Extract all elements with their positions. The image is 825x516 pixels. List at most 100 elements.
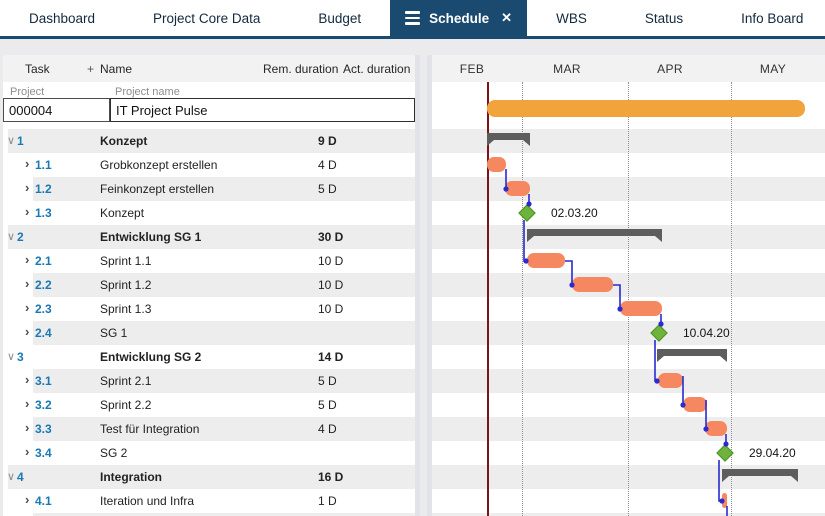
table-row[interactable]: ›2.4SG 1: [3, 321, 415, 345]
tab-info-board[interactable]: Info Board: [712, 0, 825, 36]
month-label: MAR: [553, 62, 581, 76]
tab-budget[interactable]: Budget: [289, 0, 390, 36]
task-name: Entwicklung SG 2: [100, 350, 201, 364]
gantt-bar-task[interactable]: [722, 493, 727, 508]
chevron-right-icon[interactable]: ›: [25, 276, 29, 291]
chevron-down-icon[interactable]: ∨: [7, 350, 15, 363]
task-number: 2.1: [35, 254, 52, 268]
chevron-right-icon[interactable]: ›: [25, 156, 29, 171]
task-duration: 4 D: [318, 158, 337, 172]
table-row[interactable]: ›2.1Sprint 1.110 D: [3, 249, 415, 273]
task-duration: 5 D: [318, 182, 337, 196]
gantt-bar-task[interactable]: [487, 157, 506, 172]
column-rem-duration: Rem. duration: [263, 62, 338, 76]
chevron-right-icon[interactable]: ›: [25, 180, 29, 195]
tab-project-core-data[interactable]: Project Core Data: [124, 0, 289, 36]
row-zebra-band: [8, 225, 415, 249]
table-row[interactable]: › 2.2 Sprint 1.2 10 D: [3, 273, 415, 297]
tab-schedule[interactable]: Schedule✕: [390, 0, 527, 36]
chevron-right-icon[interactable]: ›: [25, 372, 29, 387]
gantt-bar-task[interactable]: [572, 277, 613, 292]
project-name-input[interactable]: [110, 98, 415, 122]
task-number: 2.2: [35, 278, 52, 292]
chevron-right-icon[interactable]: ›: [25, 300, 29, 315]
add-column-button[interactable]: +: [87, 62, 94, 76]
table-row[interactable]: ›1.1Grobkonzept erstellen4 D: [3, 153, 415, 177]
column-act-duration: Act. duration: [343, 62, 410, 76]
table-row[interactable]: › 1.3 Konzept: [3, 201, 415, 225]
vertical-splitter[interactable]: [415, 55, 420, 516]
table-row[interactable]: ›3.3Test für Integration4 D: [3, 417, 415, 441]
month-label: APR: [657, 62, 683, 76]
task-duration: 10 D: [318, 302, 343, 316]
task-number: 1: [17, 134, 24, 148]
tab-wbs[interactable]: WBS: [527, 0, 616, 36]
row-zebra-band: [33, 417, 415, 441]
month-label: MAY: [760, 62, 786, 76]
gantt-bar-task[interactable]: [683, 397, 707, 412]
table-row[interactable]: ∨3 Entwicklung SG 2 14 D: [3, 345, 415, 369]
month-gridline: [628, 82, 629, 516]
task-number: 4.1: [35, 494, 52, 508]
project-id-input[interactable]: [3, 98, 110, 122]
gantt-bar-task[interactable]: [705, 421, 727, 436]
column-task: Task: [25, 62, 50, 76]
table-row[interactable]: ›3.4SG 2: [3, 441, 415, 465]
chevron-right-icon[interactable]: ›: [25, 204, 29, 219]
task-name: Sprint 1.3: [100, 302, 151, 316]
task-duration: 14 D: [318, 350, 343, 364]
task-duration: 1 D: [318, 494, 337, 508]
task-duration: 5 D: [318, 398, 337, 412]
task-duration: 30 D: [318, 230, 343, 244]
tab-status[interactable]: Status: [616, 0, 712, 36]
table-row[interactable]: › 2.3 Sprint 1.3 10 D: [3, 297, 415, 321]
task-duration: 9 D: [318, 134, 337, 148]
task-number: 2.3: [35, 302, 52, 316]
gantt-bar-project[interactable]: [487, 100, 805, 117]
row-zebra-band: [33, 177, 415, 201]
table-row[interactable]: ›4.1Iteration und Infra1 D: [3, 489, 415, 513]
chevron-down-icon[interactable]: ∨: [7, 230, 15, 243]
hamburger-icon[interactable]: [405, 11, 420, 25]
tabbar-underline: [0, 36, 825, 39]
tab-dashboard[interactable]: Dashboard: [0, 0, 124, 36]
chevron-right-icon[interactable]: ›: [25, 492, 29, 507]
gantt-bar-task[interactable]: [620, 301, 662, 316]
month-label: FEB: [460, 62, 485, 76]
project-name-label: Project name: [115, 86, 180, 98]
gantt-bar-task[interactable]: [505, 181, 530, 196]
task-number: 4: [17, 470, 24, 484]
table-row[interactable]: ∨2Entwicklung SG 130 D: [3, 225, 415, 249]
task-number: 3: [17, 350, 24, 364]
chevron-right-icon[interactable]: ›: [25, 396, 29, 411]
task-name: Sprint 1.2: [100, 278, 151, 292]
task-duration: 10 D: [318, 278, 343, 292]
chevron-right-icon[interactable]: ›: [25, 420, 29, 435]
task-table-panel: Task + Name Rem. duration Act. duration …: [3, 55, 415, 516]
status-date-line: [487, 82, 489, 516]
month-gridline: [522, 82, 523, 516]
task-duration: 16 D: [318, 470, 343, 484]
table-row[interactable]: ∨1 Konzept 9 D: [3, 129, 415, 153]
table-row[interactable]: ›3.1Sprint 2.15 D: [3, 369, 415, 393]
task-name: SG 1: [100, 326, 127, 340]
table-row[interactable]: ∨4Integration16 D: [3, 465, 415, 489]
chevron-down-icon[interactable]: ∨: [7, 470, 15, 483]
gantt-bar-task[interactable]: [527, 253, 565, 268]
gantt-bar-summary[interactable]: [657, 349, 727, 362]
milestone-date-label: 29.04.20: [749, 446, 796, 460]
gantt-bar-task[interactable]: [658, 373, 683, 388]
chevron-down-icon[interactable]: ∨: [7, 134, 15, 147]
close-icon[interactable]: ✕: [501, 10, 512, 26]
chevron-right-icon[interactable]: ›: [25, 444, 29, 459]
task-number: 1.3: [35, 206, 52, 220]
chevron-right-icon[interactable]: ›: [25, 324, 29, 339]
task-name: Konzept: [100, 206, 144, 220]
tab-bar: DashboardProject Core DataBudgetSchedule…: [0, 0, 825, 36]
gantt-month-header: FEB MAR APR MAY: [432, 55, 825, 82]
chevron-right-icon[interactable]: ›: [25, 252, 29, 267]
row-zebra-band: [8, 465, 415, 489]
task-name: Konzept: [100, 134, 147, 148]
table-row[interactable]: ›1.2Feinkonzept erstellen5 D: [3, 177, 415, 201]
table-row[interactable]: ›3.2Sprint 2.25 D: [3, 393, 415, 417]
